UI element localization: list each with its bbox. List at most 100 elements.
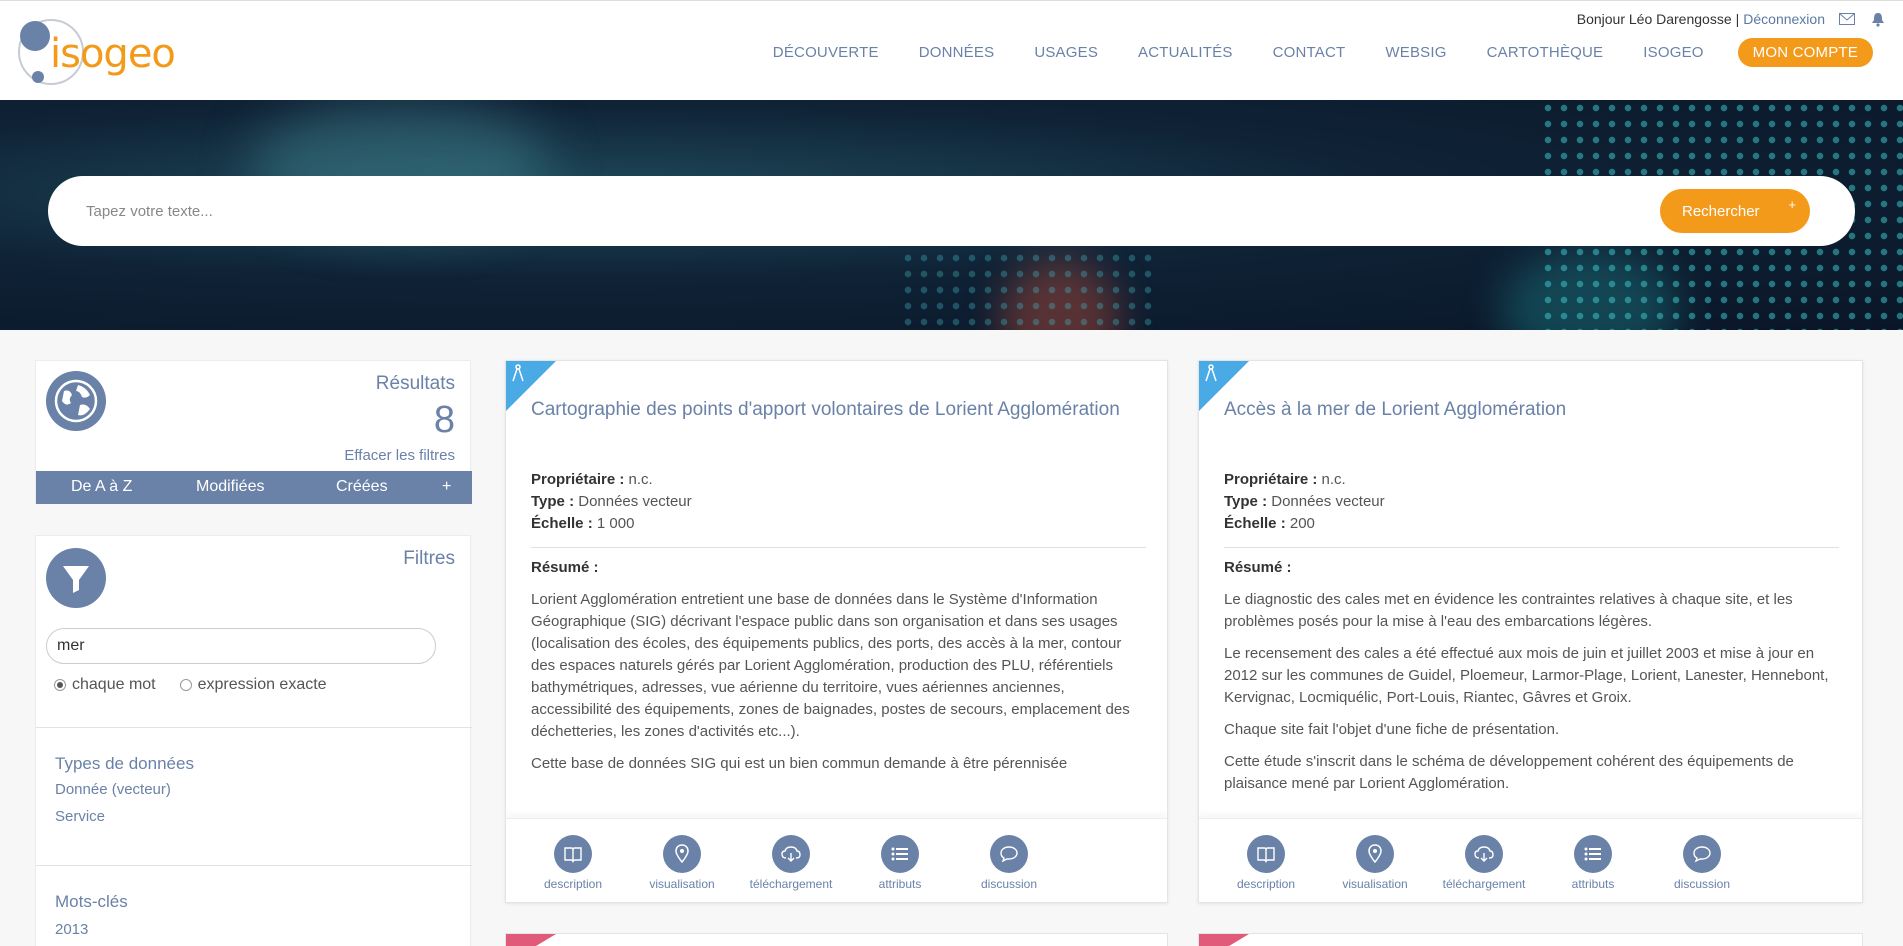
- data-type-service[interactable]: Service: [55, 808, 105, 825]
- divider: [531, 547, 1146, 548]
- search-button-label: Rechercher: [1682, 202, 1760, 220]
- sort-a-z[interactable]: De A à Z: [71, 478, 132, 496]
- globe-icon: [46, 371, 106, 431]
- list-icon: [881, 835, 919, 873]
- plus-icon[interactable]: +: [1788, 197, 1796, 212]
- greeting: Bonjour Léo Darengosse: [1576, 11, 1732, 27]
- discussion-button[interactable]: discussion: [964, 835, 1054, 891]
- card-title[interactable]: Cartographie des points d'apport volonta…: [531, 399, 1131, 420]
- radio-exact-expression[interactable]: [179, 679, 192, 691]
- results-panel: Résultats 8 Effacer les filtres De A à Z…: [35, 360, 472, 504]
- card-type: Type : Données vecteur: [1224, 493, 1385, 510]
- nav-donnees[interactable]: DONNÉES: [919, 44, 995, 61]
- sort-bar: De A à Z Modifiées Créées +: [36, 471, 472, 504]
- owner-label: Propriétaire :: [1224, 471, 1318, 488]
- funnel-icon: [46, 548, 106, 608]
- map-pin-icon: [1356, 835, 1394, 873]
- sort-created[interactable]: Créées: [336, 478, 388, 496]
- logo-text: isogeo: [50, 31, 176, 77]
- description-button[interactable]: description: [1221, 835, 1311, 891]
- action-label: description: [543, 877, 603, 891]
- radio-each-word[interactable]: [54, 679, 66, 691]
- keyword-item[interactable]: 2013: [55, 921, 88, 938]
- compass-icon: [511, 364, 525, 387]
- action-label: discussion: [980, 877, 1038, 891]
- description-button[interactable]: description: [528, 835, 618, 891]
- search-button[interactable]: Rechercher +: [1660, 189, 1810, 233]
- nav-usages[interactable]: USAGES: [1034, 44, 1098, 61]
- summary-label: Résumé :: [1224, 559, 1292, 576]
- action-label: attributs: [878, 877, 922, 891]
- mail-icon[interactable]: [1839, 12, 1857, 26]
- search-input[interactable]: [86, 198, 1586, 224]
- action-label: téléchargement: [1442, 877, 1526, 891]
- my-account-button[interactable]: MON COMPTE: [1737, 38, 1873, 67]
- action-label: visualisation: [649, 877, 715, 891]
- card-title[interactable]: Accès à la mer de Lorient Agglomération: [1224, 399, 1824, 420]
- result-card-next: [505, 933, 1168, 946]
- visualisation-button[interactable]: visualisation: [637, 835, 727, 891]
- attributes-button[interactable]: attributs: [1548, 835, 1638, 891]
- visualisation-button[interactable]: visualisation: [1330, 835, 1420, 891]
- sort-more-button[interactable]: +: [442, 478, 451, 496]
- result-card-next: [1198, 933, 1863, 946]
- card-scale: Échelle : 200: [1224, 515, 1315, 532]
- nav-cartotheque[interactable]: CARTOTHÈQUE: [1487, 44, 1604, 61]
- clear-filters-link[interactable]: Effacer les filtres: [344, 447, 455, 464]
- radio-each-word-label: chaque mot: [72, 676, 156, 693]
- attributes-button[interactable]: attributs: [855, 835, 945, 891]
- type-value: Données vecteur: [1271, 493, 1385, 510]
- nav-websig[interactable]: WEBSIG: [1385, 44, 1446, 61]
- card-actions: description visualisation téléchargement…: [1199, 818, 1862, 902]
- discussion-button[interactable]: discussion: [1657, 835, 1747, 891]
- chat-bubble-icon: [990, 835, 1028, 873]
- card-owner: Propriétaire : n.c.: [1224, 471, 1346, 488]
- card-type: Type : Données vecteur: [531, 493, 692, 510]
- chat-bubble-icon: [1683, 835, 1721, 873]
- site-header: isogeo Bonjour Léo Darengosse | Déconnex…: [0, 0, 1903, 100]
- bell-icon[interactable]: [1871, 12, 1889, 27]
- summary-paragraph: Le recensement des cales a été effectué …: [1224, 645, 1829, 706]
- compass-icon: [1204, 364, 1218, 387]
- nav-actualites[interactable]: ACTUALITÉS: [1138, 44, 1233, 61]
- divider: [36, 865, 472, 866]
- summary-paragraph: Le diagnostic des cales met en évidence …: [1224, 591, 1793, 630]
- nav-decouverte[interactable]: DÉCOUVERTE: [773, 44, 879, 61]
- separator: |: [1735, 11, 1740, 27]
- action-label: discussion: [1673, 877, 1731, 891]
- logout-link[interactable]: Déconnexion: [1743, 11, 1825, 27]
- action-label: attributs: [1571, 877, 1615, 891]
- logo-dot-small: [32, 71, 44, 83]
- search-bar: Rechercher +: [48, 176, 1855, 246]
- summary-paragraph: Cette base de données SIG qui est un bie…: [531, 755, 1068, 772]
- keyword-filter-input[interactable]: [46, 628, 436, 664]
- sort-modified[interactable]: Modifiées: [196, 478, 264, 496]
- divider: [36, 727, 472, 728]
- summary-paragraph: Cette étude s'inscrit dans le schéma de …: [1224, 753, 1794, 792]
- hero-dot-pattern: [900, 250, 1160, 330]
- cloud-download-icon: [1465, 835, 1503, 873]
- action-label: téléchargement: [749, 877, 833, 891]
- card-actions: description visualisation téléchargement…: [506, 818, 1167, 902]
- keywords-title: Mots-clés: [55, 892, 128, 911]
- download-button[interactable]: téléchargement: [1439, 835, 1529, 891]
- type-label: Type :: [531, 493, 575, 510]
- scale-label: Échelle :: [1224, 515, 1286, 532]
- data-type-vector[interactable]: Donnée (vecteur): [55, 781, 171, 798]
- isogeo-logo[interactable]: isogeo: [18, 19, 176, 85]
- results-title: Résultats: [375, 373, 455, 394]
- type-value: Données vecteur: [578, 493, 692, 510]
- nav-isogeo[interactable]: ISOGEO: [1643, 44, 1703, 61]
- results-count: 8: [433, 399, 455, 441]
- card-summary: Lorient Agglomération entretient une bas…: [531, 589, 1146, 809]
- data-types-title: Types de données: [55, 754, 194, 773]
- card-scale: Échelle : 1 000: [531, 515, 634, 532]
- divider: [1224, 547, 1839, 548]
- book-icon: [1247, 835, 1285, 873]
- result-card: Accès à la mer de Lorient Agglomération …: [1198, 360, 1863, 903]
- nav-contact[interactable]: CONTACT: [1273, 44, 1346, 61]
- result-card: Cartographie des points d'apport volonta…: [505, 360, 1168, 903]
- download-button[interactable]: téléchargement: [746, 835, 836, 891]
- scale-label: Échelle :: [531, 515, 593, 532]
- scale-value: 1 000: [596, 515, 635, 532]
